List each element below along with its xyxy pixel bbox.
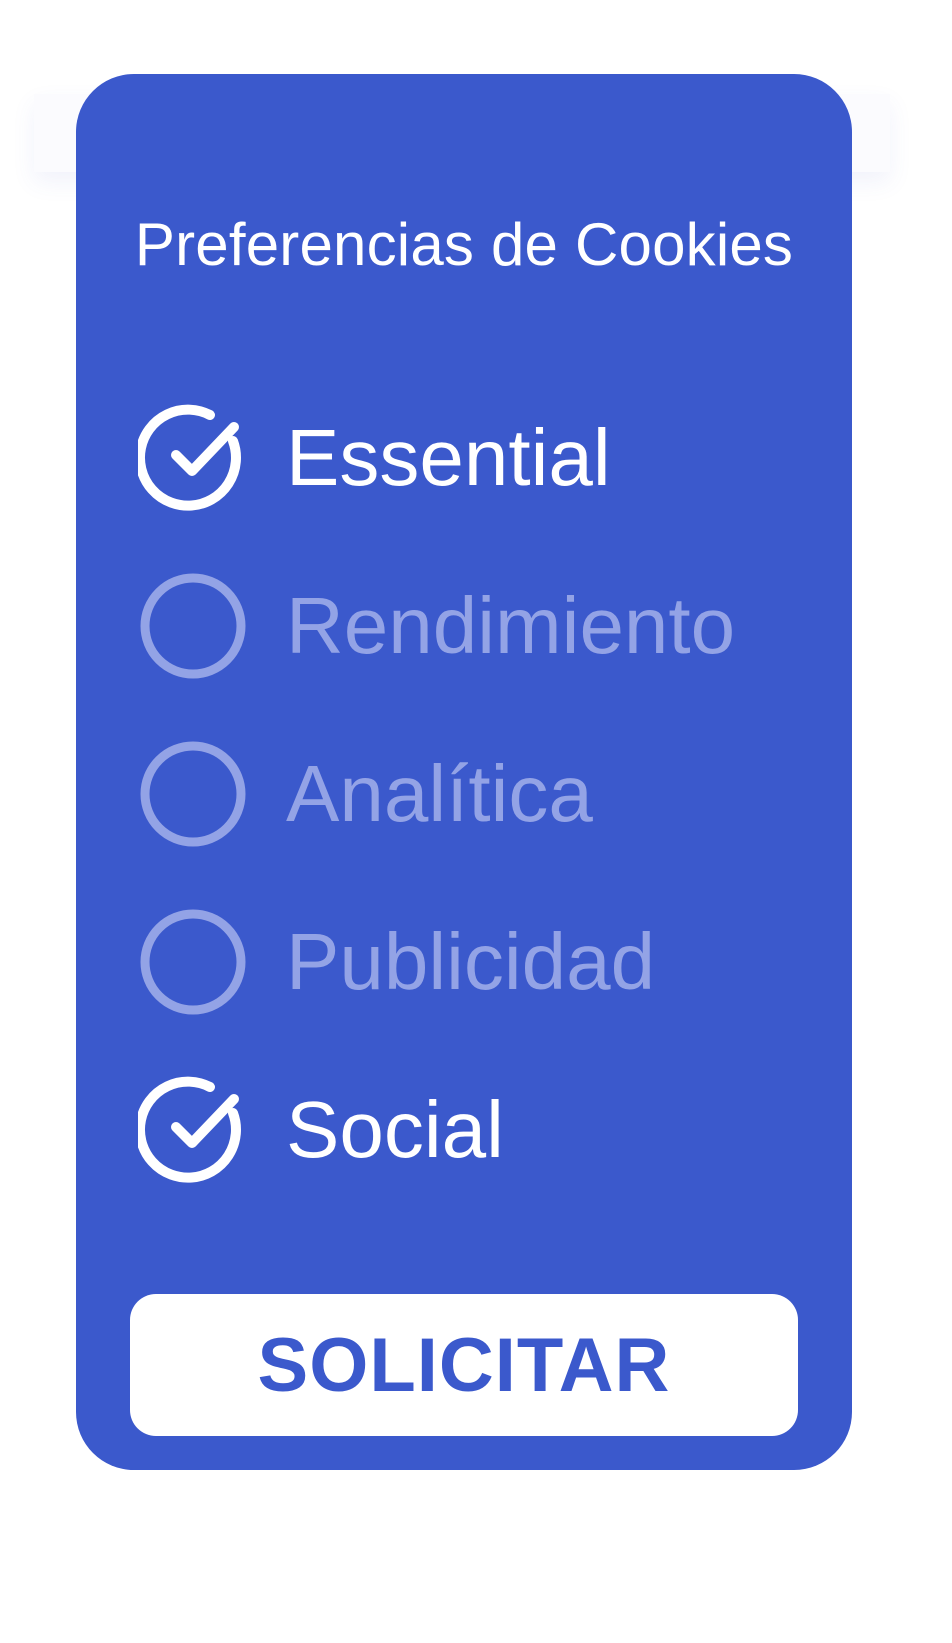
cookie-option-label: Essential — [286, 413, 611, 502]
cookie-option-analitica[interactable]: Analítica — [138, 710, 818, 878]
cookie-option-essential[interactable]: Essential — [138, 374, 818, 542]
solicitar-button[interactable]: SOLICITAR — [130, 1294, 798, 1436]
cookie-option-rendimiento[interactable]: Rendimiento — [138, 542, 818, 710]
cookie-option-publicidad[interactable]: Publicidad — [138, 878, 818, 1046]
empty-circle-icon — [138, 571, 248, 681]
check-circle-icon — [138, 403, 248, 513]
cookie-option-label: Analítica — [286, 749, 593, 838]
empty-circle-icon — [138, 739, 248, 849]
cookie-option-label: Rendimiento — [286, 581, 736, 670]
empty-circle-icon — [138, 907, 248, 1017]
panel-title: Preferencias de Cookies — [134, 211, 794, 278]
cookie-preferences-panel: Preferencias de Cookies Essential Rendim… — [76, 74, 852, 1470]
cookie-option-label: Publicidad — [286, 917, 656, 1006]
cookie-options-list: Essential Rendimiento Analítica Publicid… — [138, 374, 818, 1214]
check-circle-icon — [138, 1075, 248, 1185]
cookie-option-social[interactable]: Social — [138, 1046, 818, 1214]
cookie-option-label: Social — [286, 1085, 504, 1174]
